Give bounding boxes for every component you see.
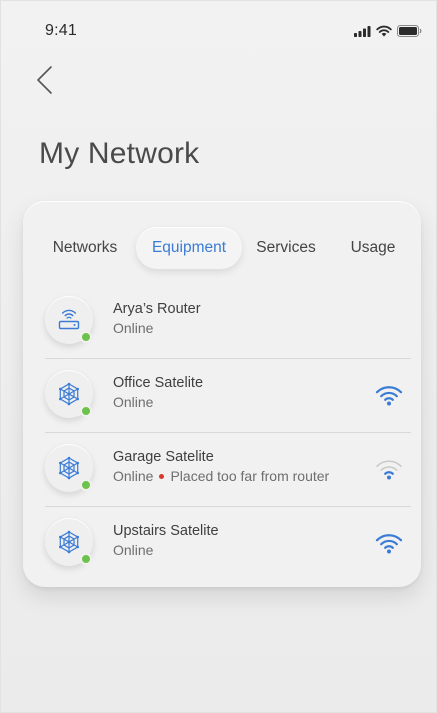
wifi-status-icon xyxy=(376,25,392,37)
device-name: Garage Satelite xyxy=(113,449,214,465)
wifi-signal-strong-icon xyxy=(375,386,403,406)
device-avatar xyxy=(45,296,93,344)
battery-icon xyxy=(397,25,422,37)
device-name: Arya’s Router xyxy=(113,301,201,317)
device-avatar xyxy=(45,444,93,492)
chevron-left-icon xyxy=(37,66,52,94)
satellite-mesh-icon xyxy=(59,382,79,406)
page-title: My Network xyxy=(39,137,200,170)
device-avatar xyxy=(45,370,93,418)
tab-bar: Networks Equipment Services Usage xyxy=(23,227,421,271)
wifi-signal-weak-icon xyxy=(376,460,402,480)
router-icon xyxy=(58,309,80,330)
status-icons xyxy=(354,25,422,37)
satellite-mesh-icon xyxy=(59,456,79,480)
online-status-dot xyxy=(80,405,92,417)
wifi-signal-strong-icon xyxy=(375,534,403,554)
status-time: 9:41 xyxy=(45,22,77,39)
device-status: Online xyxy=(113,320,154,336)
device-row-garage-satelite[interactable]: Garage Satelite Online Placed too far fro… xyxy=(45,433,411,507)
device-row-office-satelite[interactable]: Office Satelite Online xyxy=(45,359,411,433)
tab-equipment[interactable]: Equipment xyxy=(136,227,242,269)
phone-screen: 9:41 My Network Networks Equipment Servi… xyxy=(0,0,437,713)
device-name: Office Satelite xyxy=(113,375,204,391)
back-button[interactable] xyxy=(31,63,61,97)
device-status: Online xyxy=(113,468,154,484)
status-bar: 9:41 xyxy=(1,1,437,51)
tab-services[interactable]: Services xyxy=(253,227,319,269)
warning-dot xyxy=(159,473,165,479)
tab-networks[interactable]: Networks xyxy=(45,227,125,269)
satellite-mesh-icon xyxy=(59,530,79,554)
device-status: Online xyxy=(113,542,154,558)
cellular-signal-icon xyxy=(354,25,371,37)
placement-warning: Placed too far from router xyxy=(170,468,330,484)
device-row-aryas-router[interactable]: Arya’s Router Online xyxy=(45,285,411,359)
online-status-dot xyxy=(80,553,92,565)
device-row-upstairs-satelite[interactable]: Upstairs Satelite Online xyxy=(45,507,411,581)
device-status: Online xyxy=(113,394,154,410)
tab-usage[interactable]: Usage xyxy=(345,227,401,269)
device-name: Upstairs Satelite xyxy=(113,523,219,539)
device-avatar xyxy=(45,518,93,566)
online-status-dot xyxy=(80,479,92,491)
online-status-dot xyxy=(80,331,92,343)
equipment-card: Networks Equipment Services Usage Arya’s… xyxy=(23,201,421,587)
device-status-line: Online Placed too far from router xyxy=(113,468,329,484)
